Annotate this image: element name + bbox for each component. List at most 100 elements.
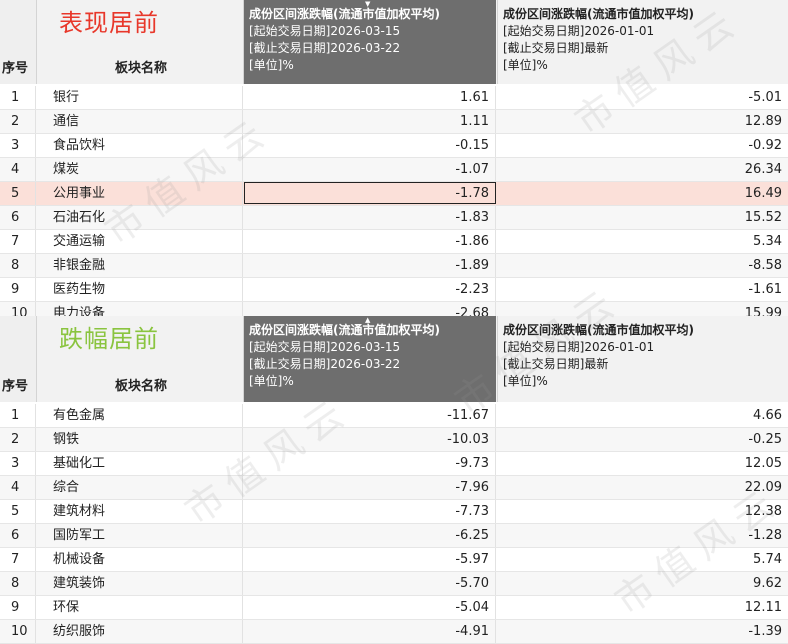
- row-seq[interactable]: 3: [0, 134, 36, 157]
- ytd-change-value[interactable]: 5.34: [497, 230, 788, 253]
- row-seq[interactable]: 10: [0, 620, 36, 643]
- sector-name[interactable]: 建筑装饰: [37, 572, 243, 595]
- table-row[interactable]: 8 建筑装饰 -5.70 9.62: [0, 572, 788, 596]
- period-change-value[interactable]: -9.73: [244, 452, 496, 475]
- row-seq[interactable]: 8: [0, 254, 36, 277]
- row-seq[interactable]: 1: [0, 404, 36, 427]
- row-seq[interactable]: 9: [0, 596, 36, 619]
- seq-header-cell[interactable]: 序号: [0, 0, 37, 84]
- period-change-value[interactable]: -2.23: [244, 278, 496, 301]
- period-change-value[interactable]: -10.03: [244, 428, 496, 451]
- ytd-change-value[interactable]: -1.61: [497, 278, 788, 301]
- seq-header-cell[interactable]: 序号: [0, 316, 37, 402]
- period-change-value[interactable]: -1.07: [244, 158, 496, 181]
- sector-name[interactable]: 非银金融: [37, 254, 243, 277]
- row-seq[interactable]: 4: [0, 476, 36, 499]
- row-seq[interactable]: 5: [0, 182, 36, 205]
- table-row[interactable]: 8 非银金融 -1.89 -8.58: [0, 254, 788, 278]
- ytd-change-value[interactable]: -1.28: [497, 524, 788, 547]
- table-row[interactable]: 5 建筑材料 -7.73 12.38: [0, 500, 788, 524]
- table-row[interactable]: 2 钢铁 -10.03 -0.25: [0, 428, 788, 452]
- period-change-value[interactable]: -1.83: [244, 206, 496, 229]
- period-change-value[interactable]: -5.70: [244, 572, 496, 595]
- table-row[interactable]: 4 煤炭 -1.07 26.34: [0, 158, 788, 182]
- row-seq[interactable]: 7: [0, 230, 36, 253]
- ytd-change-header[interactable]: 成份区间涨跌幅(流通市值加权平均) [起始交易日期]2026-01-01 [截止…: [497, 316, 788, 402]
- sector-name[interactable]: 纺织服饰: [37, 620, 243, 643]
- ytd-change-value[interactable]: 12.89: [497, 110, 788, 133]
- sector-name[interactable]: 有色金属: [37, 404, 243, 427]
- ytd-change-header[interactable]: 成份区间涨跌幅(流通市值加权平均) [起始交易日期]2026-01-01 [截止…: [497, 0, 788, 84]
- row-seq[interactable]: 6: [0, 206, 36, 229]
- ytd-change-value[interactable]: -0.92: [497, 134, 788, 157]
- table-row[interactable]: 1 银行 1.61 -5.01: [0, 86, 788, 110]
- period-change-value[interactable]: -1.86: [244, 230, 496, 253]
- sector-name[interactable]: 煤炭: [37, 158, 243, 181]
- ytd-change-value[interactable]: 15.52: [497, 206, 788, 229]
- ytd-change-value[interactable]: -8.58: [497, 254, 788, 277]
- table-row[interactable]: 2 通信 1.11 12.89: [0, 110, 788, 134]
- period-change-value[interactable]: -6.25: [244, 524, 496, 547]
- row-seq[interactable]: 2: [0, 428, 36, 451]
- sector-name[interactable]: 交通运输: [37, 230, 243, 253]
- period-change-value[interactable]: -5.97: [244, 548, 496, 571]
- sector-name[interactable]: 通信: [37, 110, 243, 133]
- sector-name[interactable]: 石油石化: [37, 206, 243, 229]
- period-change-value[interactable]: -1.89: [244, 254, 496, 277]
- sector-name[interactable]: 国防军工: [37, 524, 243, 547]
- ytd-change-value[interactable]: -0.25: [497, 428, 788, 451]
- ytd-change-value[interactable]: 16.49: [497, 182, 788, 205]
- sector-name[interactable]: 公用事业: [37, 182, 243, 205]
- ytd-change-value[interactable]: 22.09: [497, 476, 788, 499]
- table-row[interactable]: 7 机械设备 -5.97 5.74: [0, 548, 788, 572]
- table-row[interactable]: 10 纺织服饰 -4.91 -1.39: [0, 620, 788, 644]
- sector-name[interactable]: 综合: [37, 476, 243, 499]
- ytd-change-value[interactable]: 4.66: [497, 404, 788, 427]
- table-row[interactable]: 1 有色金属 -11.67 4.66: [0, 404, 788, 428]
- sector-name[interactable]: 环保: [37, 596, 243, 619]
- period-change-value[interactable]: -11.67: [244, 404, 496, 427]
- period-change-value[interactable]: -1.78: [244, 182, 496, 204]
- sector-name[interactable]: 食品饮料: [37, 134, 243, 157]
- ytd-change-value[interactable]: -5.01: [497, 86, 788, 109]
- period-change-value[interactable]: -4.91: [244, 620, 496, 643]
- period-change-value[interactable]: -7.96: [244, 476, 496, 499]
- row-seq[interactable]: 4: [0, 158, 36, 181]
- ytd-change-value[interactable]: -1.39: [497, 620, 788, 643]
- period-change-value[interactable]: -7.73: [244, 500, 496, 523]
- sector-name[interactable]: 机械设备: [37, 548, 243, 571]
- row-seq[interactable]: 7: [0, 548, 36, 571]
- row-seq[interactable]: 1: [0, 86, 36, 109]
- name-header-cell[interactable]: 跌幅居前 板块名称: [37, 316, 244, 402]
- table-row[interactable]: 9 环保 -5.04 12.11: [0, 596, 788, 620]
- row-seq[interactable]: 5: [0, 500, 36, 523]
- row-seq[interactable]: 6: [0, 524, 36, 547]
- sector-name[interactable]: 建筑材料: [37, 500, 243, 523]
- ytd-change-value[interactable]: 12.11: [497, 596, 788, 619]
- table-row[interactable]: 9 医药生物 -2.23 -1.61: [0, 278, 788, 302]
- ytd-change-value[interactable]: 26.34: [497, 158, 788, 181]
- period-change-value[interactable]: -5.04: [244, 596, 496, 619]
- ytd-change-value[interactable]: 12.05: [497, 452, 788, 475]
- period-change-header-active[interactable]: ▼ 成份区间涨跌幅(流通市值加权平均) [起始交易日期]2026-03-15 […: [244, 0, 496, 84]
- row-seq[interactable]: 3: [0, 452, 36, 475]
- name-header-cell[interactable]: 表现居前 板块名称: [37, 0, 244, 84]
- table-row[interactable]: 4 综合 -7.96 22.09: [0, 476, 788, 500]
- ytd-change-value[interactable]: 5.74: [497, 548, 788, 571]
- period-change-value[interactable]: 1.61: [244, 86, 496, 109]
- sector-name[interactable]: 基础化工: [37, 452, 243, 475]
- table-row[interactable]: 6 国防军工 -6.25 -1.28: [0, 524, 788, 548]
- row-seq[interactable]: 2: [0, 110, 36, 133]
- sector-name[interactable]: 钢铁: [37, 428, 243, 451]
- row-seq[interactable]: 8: [0, 572, 36, 595]
- sector-name[interactable]: 医药生物: [37, 278, 243, 301]
- period-change-value[interactable]: -0.15: [244, 134, 496, 157]
- sector-name[interactable]: 银行: [37, 86, 243, 109]
- ytd-change-value[interactable]: 9.62: [497, 572, 788, 595]
- table-row[interactable]: 3 食品饮料 -0.15 -0.92: [0, 134, 788, 158]
- period-change-value[interactable]: 1.11: [244, 110, 496, 133]
- table-row[interactable]: 3 基础化工 -9.73 12.05: [0, 452, 788, 476]
- table-row[interactable]: 7 交通运输 -1.86 5.34: [0, 230, 788, 254]
- table-row-selected[interactable]: 5 公用事业 -1.78 16.49: [0, 182, 788, 206]
- period-change-header-active[interactable]: ▲ 成份区间涨跌幅(流通市值加权平均) [起始交易日期]2026-03-15 […: [244, 316, 496, 402]
